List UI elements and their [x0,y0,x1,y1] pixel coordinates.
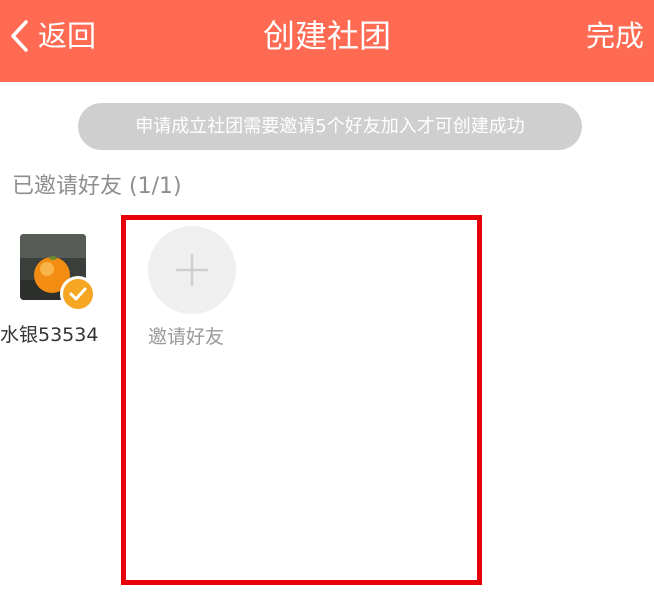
check-icon [69,287,87,301]
selected-badge [60,276,96,312]
top-nav-bar: 返回 创建社团 完成 [0,0,654,82]
done-button[interactable]: 完成 [586,14,644,58]
create-club-page: 返回 创建社团 完成 申请成立社团需要邀请5个好友加入才可创建成功 已邀请好友 … [0,0,654,602]
page-title: 创建社团 [262,17,391,55]
member-name: 水银53534 [0,324,99,346]
requirement-notice: 申请成立社团需要邀请5个好友加入才可创建成功 [78,103,582,150]
highlight-box [121,215,482,585]
invited-friends-label: 已邀请好友 (1/1) [12,174,182,199]
